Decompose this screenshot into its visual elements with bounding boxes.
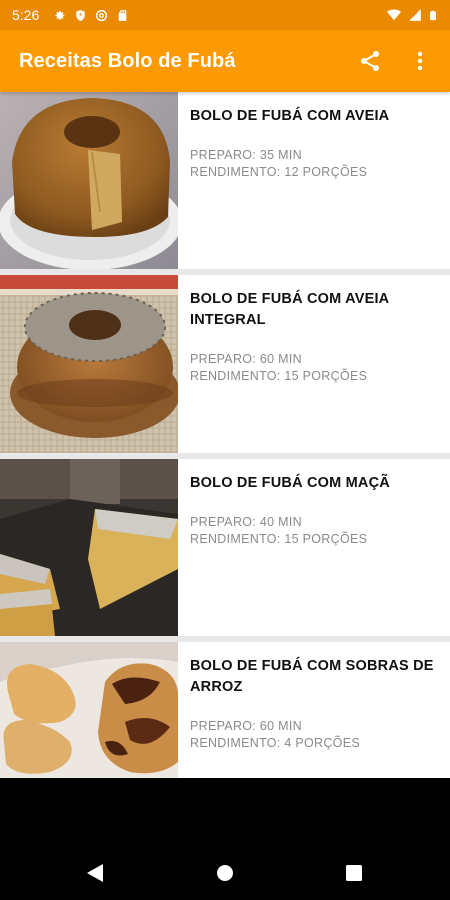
recipe-thumbnail (0, 642, 178, 778)
recipe-yield: RENDIMENTO: 15 PORÇÕES (190, 369, 368, 383)
app-bar: Receitas Bolo de Fubá (0, 30, 450, 92)
home-icon[interactable] (216, 864, 234, 882)
status-time: 5:26 (12, 7, 40, 23)
share-icon (361, 51, 379, 71)
wifi-icon (387, 9, 401, 21)
back-icon[interactable] (86, 863, 104, 883)
recipe-thumbnail (0, 92, 178, 269)
recipe-title: BOLO DE FUBÁ COM SOBRAS DE ARROZ (190, 658, 434, 695)
more-options-button[interactable] (408, 49, 432, 73)
recipe-prep-time: PREPARO: 60 MIN (190, 719, 302, 733)
recipe-card[interactable]: BOLO DE FUBÁ COM AVEIA PREPARO: 35 MIN R… (0, 92, 450, 269)
gear-icon (55, 10, 65, 20)
recipe-thumbnail (0, 275, 178, 453)
share-button[interactable] (358, 49, 382, 73)
status-bar: 5:26 (0, 0, 450, 30)
apple-cake-photo (0, 459, 178, 636)
more-vert-icon (417, 51, 423, 71)
recipe-title: BOLO DE FUBÁ COM MAÇÃ (190, 475, 390, 491)
recipe-card[interactable]: BOLO DE FUBÁ COM AVEIA INTEGRAL PREPARO:… (0, 275, 450, 453)
recipe-title: BOLO DE FUBÁ COM AVEIA INTEGRAL (190, 291, 389, 328)
recipe-yield: RENDIMENTO: 15 PORÇÕES (190, 532, 368, 546)
at-sign-icon (96, 9, 108, 21)
recipe-title: BOLO DE FUBÁ COM AVEIA (190, 108, 390, 124)
recipe-yield: RENDIMENTO: 4 PORÇÕES (190, 736, 360, 750)
app-title: Receitas Bolo de Fubá (19, 49, 236, 72)
recipe-prep-time: PREPARO: 35 MIN (190, 148, 302, 162)
recipe-card[interactable]: BOLO DE FUBÁ COM SOBRAS DE ARROZ PREPARO… (0, 642, 450, 778)
recents-icon[interactable] (346, 865, 362, 881)
cookies-photo (0, 642, 178, 778)
recipe-prep-time: PREPARO: 40 MIN (190, 515, 302, 529)
recipe-prep-time: PREPARO: 60 MIN (190, 352, 302, 366)
bundt-cake-photo (0, 92, 178, 269)
ring-cake-photo (0, 275, 178, 453)
recipe-thumbnail (0, 459, 178, 636)
recipe-card[interactable]: BOLO DE FUBÁ COM MAÇÃ PREPARO: 40 MIN RE… (0, 459, 450, 636)
recipe-list[interactable]: BOLO DE FUBÁ COM AVEIA PREPARO: 35 MIN R… (0, 92, 450, 778)
battery-icon (430, 10, 436, 20)
shield-icon (76, 9, 86, 21)
signal-icon (409, 9, 421, 21)
recipe-yield: RENDIMENTO: 12 PORÇÕES (190, 165, 368, 179)
sd-card-icon (118, 9, 127, 21)
